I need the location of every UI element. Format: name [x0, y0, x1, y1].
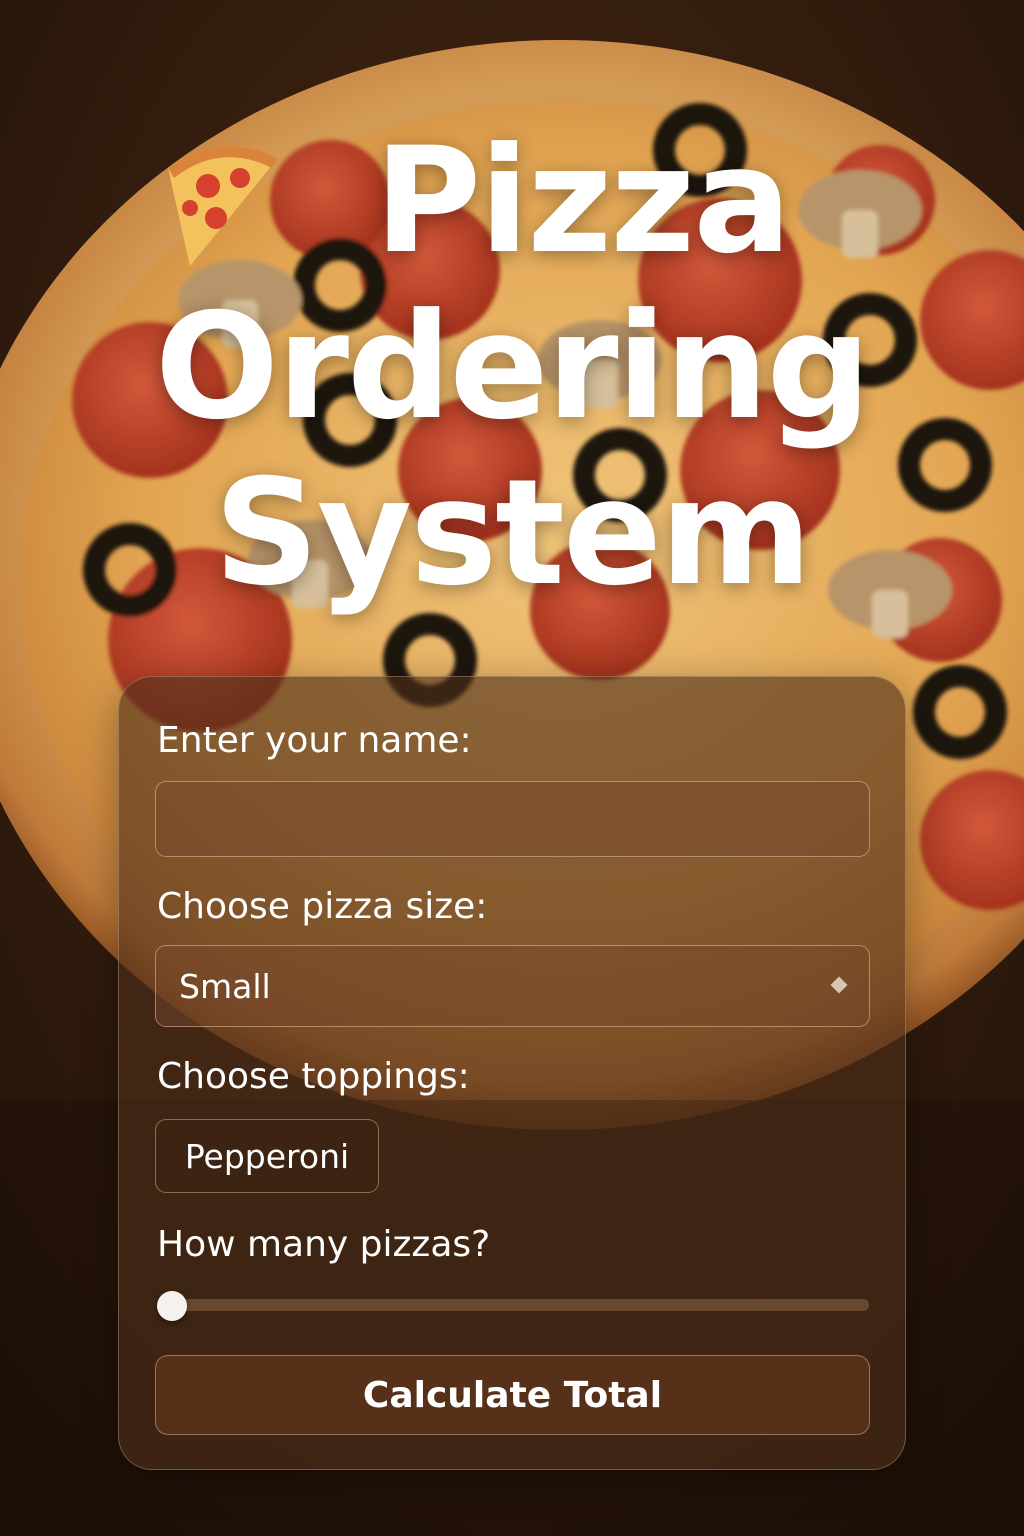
- quantity-slider-thumb[interactable]: [157, 1291, 187, 1321]
- name-input[interactable]: [156, 782, 869, 856]
- title-line-1: Pizza: [374, 116, 792, 286]
- name-label: Enter your name:: [157, 720, 472, 761]
- title-line-2: Ordering: [154, 282, 871, 452]
- size-select[interactable]: Small: [155, 945, 870, 1027]
- page-title: Pizza Ordering System: [0, 118, 1024, 616]
- calculate-total-button[interactable]: Calculate Total: [155, 1355, 870, 1435]
- name-field[interactable]: [155, 781, 870, 857]
- quantity-slider-track[interactable]: [159, 1299, 869, 1311]
- order-form-card: Enter your name: Choose pizza size: Smal…: [118, 676, 906, 1470]
- quantity-label: How many pizzas?: [157, 1224, 491, 1265]
- topping-option-pepperoni[interactable]: Pepperoni: [155, 1119, 379, 1193]
- title-line-3: System: [213, 448, 812, 618]
- dropdown-diamond-icon: [830, 976, 848, 994]
- pizza-order-page: Pizza Ordering System Enter your name: C…: [0, 0, 1024, 1536]
- toppings-label: Choose toppings:: [157, 1056, 470, 1097]
- size-label: Choose pizza size:: [157, 886, 488, 927]
- size-selected-value: Small: [179, 966, 271, 1006]
